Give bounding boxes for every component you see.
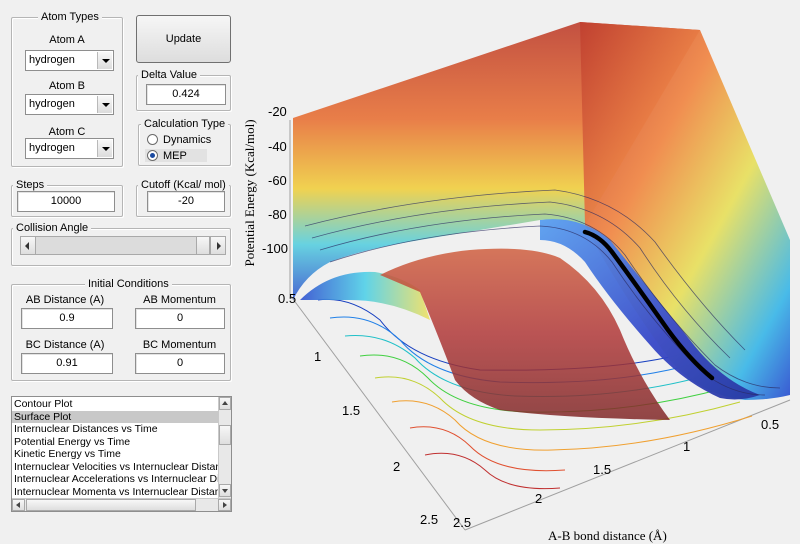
list-horizontal-scrollbar[interactable] <box>12 498 231 511</box>
list-scroll-thumb[interactable] <box>219 425 231 445</box>
list-vertical-scrollbar[interactable] <box>218 397 231 498</box>
chevron-down-icon[interactable] <box>97 140 112 157</box>
plot-list-item[interactable]: Internuclear Distances vs Time <box>12 423 219 436</box>
atom-c-value: hydrogen <box>29 142 75 154</box>
steps-field[interactable]: 10000 <box>17 191 115 212</box>
plot-list-item[interactable]: Internuclear Momenta vs Internuclear Dis… <box>12 486 219 499</box>
bc-momentum-field[interactable]: 0 <box>135 353 225 374</box>
dynamics-label: Dynamics <box>163 134 212 146</box>
atom-a-value: hydrogen <box>29 54 75 66</box>
bottom-axis-tick-label: 2 <box>535 491 543 506</box>
ab-distance-field[interactable]: 0.9 <box>21 308 113 329</box>
steps-panel: Steps 10000 <box>11 179 123 217</box>
chevron-right-icon <box>217 242 221 250</box>
update-button[interactable]: Update <box>136 15 231 63</box>
chevron-down-icon[interactable] <box>97 96 112 113</box>
atom-b-value: hydrogen <box>29 98 75 110</box>
plot-list-item[interactable]: Surface Plot <box>12 410 219 423</box>
bottom-axis-tick-label: 1.5 <box>593 462 612 477</box>
collision-angle-legend: Collision Angle <box>13 222 92 235</box>
z-tick-label: -60 <box>268 173 287 188</box>
plot-list-item[interactable]: Kinetic Energy vs Time <box>12 448 219 461</box>
bc-momentum-label: BC Momentum <box>142 339 217 351</box>
z-axis-label: Potential Energy (Kcal/mol) <box>242 119 257 267</box>
calculation-type-panel: Calculation Type Dynamics MEP <box>138 118 231 166</box>
z-tick-label: -80 <box>268 207 287 222</box>
delta-value-field[interactable]: 0.424 <box>146 84 226 105</box>
surface-plot <box>289 22 791 531</box>
bc-distance-field[interactable]: 0.91 <box>21 353 113 374</box>
left-axis-tick-label: 1.5 <box>342 403 361 418</box>
bc-distance-label: BC Distance (A) <box>25 339 105 351</box>
atom-b-dropdown[interactable]: hydrogen <box>25 94 114 115</box>
chevron-up-icon <box>222 401 228 405</box>
list-hscroll-thumb[interactable] <box>26 499 196 511</box>
x-axis-label: A-B bond distance (Å) <box>548 528 667 543</box>
ab-distance-label: AB Distance (A) <box>25 294 105 306</box>
mep-radio[interactable] <box>147 150 158 161</box>
left-axis-tick-label: 1 <box>314 349 322 364</box>
atom-a-dropdown[interactable]: hydrogen <box>25 50 114 71</box>
z-tick-label: -20 <box>268 104 287 119</box>
atom-types-legend: Atom Types <box>38 11 102 24</box>
left-axis-tick-label: 0.5 <box>278 291 297 306</box>
bottom-axis-tick-label: 1 <box>683 439 691 454</box>
bottom-axis-tick-label: 2.5 <box>453 515 472 530</box>
ab-momentum-label: AB Momentum <box>143 294 216 306</box>
atom-c-dropdown[interactable]: hydrogen <box>25 138 114 159</box>
z-tick-label: -40 <box>268 139 287 154</box>
collision-angle-panel: Collision Angle <box>11 222 231 266</box>
plot-list-item[interactable]: Internuclear Velocities vs Internuclear … <box>12 461 219 474</box>
left-axis-tick-label: 2 <box>393 459 401 474</box>
plot-list-item[interactable]: Contour Plot <box>12 398 219 411</box>
dynamics-radio[interactable] <box>147 134 158 145</box>
slider-thumb[interactable] <box>196 236 210 255</box>
atom-types-panel: Atom Types Atom A hydrogen Atom B hydrog… <box>11 11 123 167</box>
cutoff-panel: Cutoff (Kcal/ mol) -20 <box>136 179 231 217</box>
update-button-label: Update <box>165 33 202 45</box>
chevron-left-icon <box>25 242 29 250</box>
chevron-left-icon <box>16 502 20 508</box>
calculation-type-legend: Calculation Type <box>141 118 229 131</box>
initial-conditions-panel: Initial Conditions AB Distance (A) 0.9 A… <box>11 278 231 381</box>
z-tick-label: -100 <box>262 241 289 256</box>
chevron-down-icon <box>222 489 228 493</box>
initial-conditions-legend: Initial Conditions <box>85 278 172 291</box>
plot-list-item[interactable]: Potential Energy vs Time <box>12 436 219 449</box>
plot-list-item[interactable]: Internuclear Accelerations vs Internucle… <box>12 473 219 486</box>
delta-value-panel: Delta Value 0.424 <box>136 69 231 111</box>
atom-a-label: Atom A <box>49 34 85 46</box>
ab-momentum-field[interactable]: 0 <box>135 308 225 329</box>
collision-angle-slider[interactable] <box>20 236 226 255</box>
atom-b-label: Atom B <box>48 80 86 92</box>
cutoff-field[interactable]: -20 <box>147 191 225 212</box>
chevron-right-icon <box>223 502 227 508</box>
mep-label: MEP <box>163 150 187 162</box>
plot-type-list[interactable]: Contour Plot Surface Plot Internuclear Dis… <box>11 396 232 512</box>
chevron-down-icon[interactable] <box>97 52 112 69</box>
delta-value-legend: Delta Value <box>138 69 201 82</box>
left-axis-tick-label: 2.5 <box>420 512 439 527</box>
bottom-axis-tick-label: 0.5 <box>761 417 780 432</box>
